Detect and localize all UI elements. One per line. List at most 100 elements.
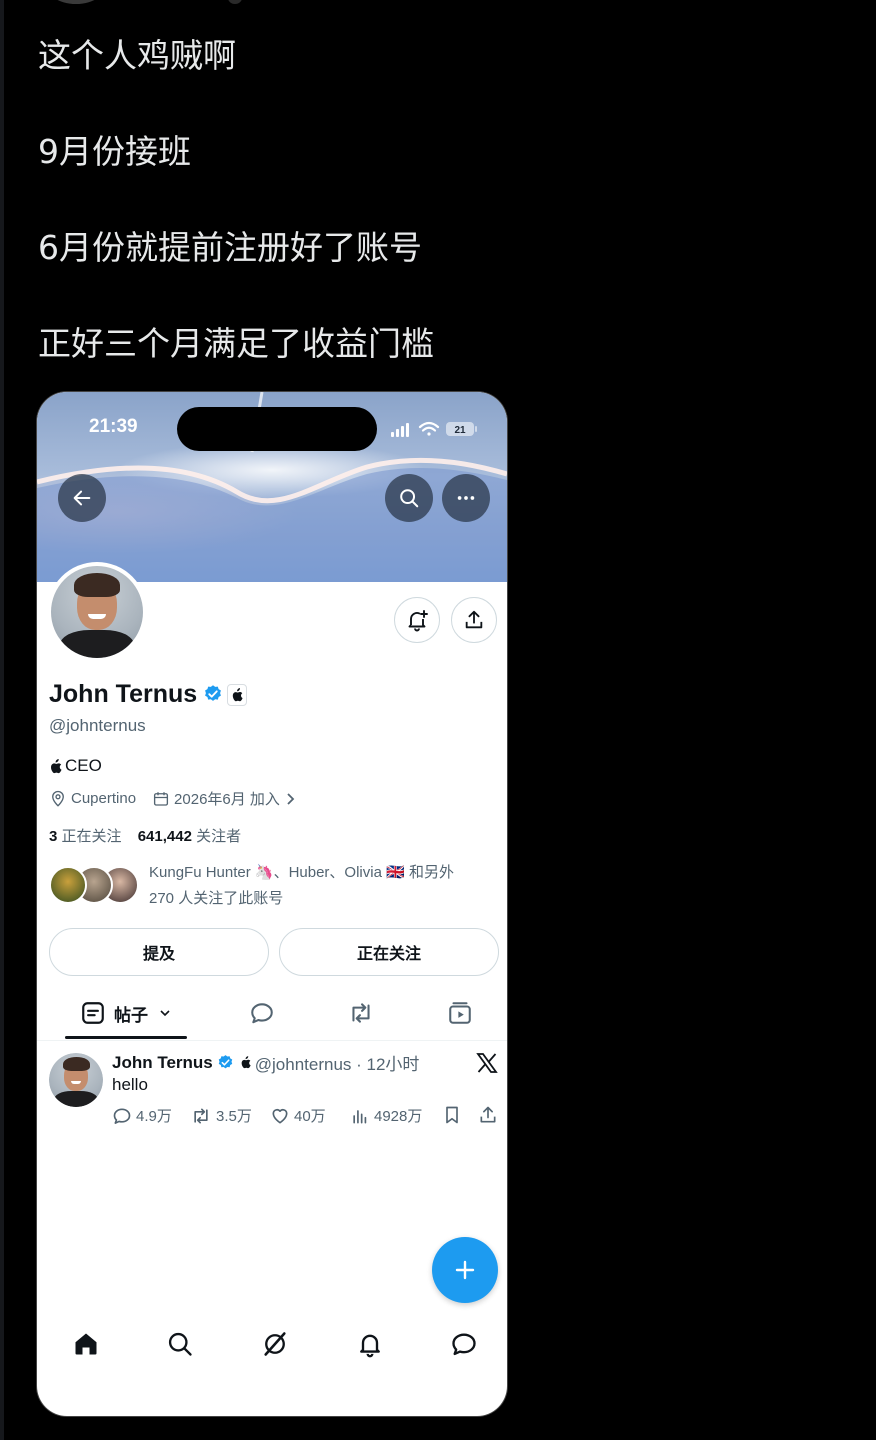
- tab-media[interactable]: [435, 988, 485, 1038]
- joined-text: 2026年6月 加入: [174, 791, 280, 808]
- share-icon: [480, 1106, 496, 1123]
- profile-avatar[interactable]: [47, 562, 147, 662]
- author-badge-cropped: [228, 0, 242, 4]
- post-text-line-1: 这个人鸡贼啊: [38, 36, 236, 75]
- status-time: 21:39: [89, 416, 138, 437]
- reply-count: 4.9万: [136, 1108, 172, 1125]
- tweet-author-name[interactable]: John Ternus: [112, 1053, 213, 1073]
- profile-meta: Cupertino 2026年6月 加入: [49, 788, 296, 809]
- tweet-avatar-photo: [49, 1053, 103, 1107]
- tweet-actions: 4.9万 3.5万 40万 4928万: [112, 1105, 502, 1129]
- bottom-navigation: [37, 1322, 507, 1382]
- share-button[interactable]: [451, 597, 497, 643]
- verified-badge-icon[interactable]: [203, 684, 223, 704]
- reply-action[interactable]: 4.9万: [112, 1105, 172, 1126]
- posts-icon: [82, 1002, 104, 1024]
- repost-action[interactable]: 3.5万: [190, 1105, 252, 1126]
- reply-icon: [251, 1003, 273, 1024]
- bio-text: CEO: [65, 756, 102, 775]
- heart-icon: [272, 1108, 288, 1123]
- plus-icon: [455, 1260, 475, 1280]
- search-button[interactable]: [385, 474, 433, 522]
- author-avatar-cropped[interactable]: [44, 0, 108, 4]
- repost-icon: [352, 1003, 370, 1023]
- followers-label: 关注者: [196, 828, 242, 845]
- nav-messages[interactable]: [440, 1322, 488, 1366]
- phone-screenshot[interactable]: 21:39 21 John Ternus @johnternus CEO Cup…: [37, 392, 507, 1416]
- affiliate-badge[interactable]: [227, 684, 247, 706]
- tweet-text: hello: [112, 1075, 148, 1094]
- profile-name: John Ternus: [49, 680, 198, 708]
- back-button[interactable]: [58, 474, 106, 522]
- bell-icon: [360, 1334, 380, 1358]
- profile-handle: @johnternus: [49, 716, 146, 735]
- apple-logo-icon: [232, 688, 243, 702]
- media-icon: [449, 1002, 471, 1024]
- left-divider: [0, 0, 4, 1440]
- chevron-right-icon[interactable]: [284, 792, 296, 806]
- nav-notifications[interactable]: [346, 1322, 394, 1366]
- grok-icon: [264, 1332, 286, 1356]
- mention-button[interactable]: 提及: [49, 928, 269, 976]
- nav-home[interactable]: [62, 1322, 110, 1366]
- post-text-line-2: 9月份接班: [38, 132, 191, 171]
- tab-reposts[interactable]: [336, 988, 386, 1038]
- calendar-icon: [153, 791, 169, 806]
- repost-icon: [194, 1108, 208, 1123]
- nav-grok[interactable]: [251, 1322, 299, 1366]
- dynamic-island: [177, 407, 377, 451]
- profile-bio: CEO: [49, 756, 102, 776]
- active-tab-indicator: [65, 1036, 187, 1039]
- views-chart-icon: [353, 1109, 367, 1123]
- search-icon: [400, 489, 419, 508]
- battery-icon: 21: [446, 422, 477, 436]
- notify-button[interactable]: [394, 597, 440, 643]
- reply-icon: [113, 1108, 131, 1124]
- following-count: 3: [49, 828, 58, 845]
- views-count: 4928万: [374, 1108, 423, 1125]
- tweet-avatar[interactable]: [49, 1053, 103, 1107]
- tweet-header: John Ternus @johnternus · 12小时: [112, 1050, 419, 1075]
- x-logo-icon: [476, 1053, 498, 1073]
- more-button[interactable]: [442, 474, 490, 522]
- tab-posts-label: 帖子: [114, 1005, 148, 1025]
- apple-logo-icon: [51, 758, 62, 773]
- signal-icon: [391, 423, 409, 437]
- share-icon: [465, 610, 483, 629]
- tab-posts[interactable]: 帖子: [65, 988, 187, 1038]
- follow-stats: 3 正在关注 641,442 关注者: [49, 825, 241, 846]
- status-icons: 21: [391, 421, 477, 437]
- location-text: Cupertino: [71, 790, 137, 807]
- tweet-handle-time: @johnternus · 12小时: [254, 1055, 420, 1074]
- followers-you-know-text[interactable]: KungFu Hunter 🦄、Huber、Olivia 🇬🇧 和另外 270 …: [149, 860, 489, 912]
- followers-link[interactable]: 641,442 关注者: [138, 828, 241, 845]
- post-text-line-3: 6月份就提前注册好了账号: [38, 228, 422, 267]
- like-action[interactable]: 40万: [270, 1105, 326, 1126]
- profile-photo: [51, 566, 143, 658]
- bookmark-action[interactable]: [442, 1105, 462, 1125]
- followers-you-know-line-1: KungFu Hunter 🦄、Huber、Olivia 🇬🇧 和另外: [149, 864, 454, 881]
- share-action[interactable]: [478, 1105, 498, 1125]
- battery-level: 21: [454, 425, 466, 436]
- followers-count: 641,442: [137, 828, 192, 845]
- compose-button[interactable]: [432, 1237, 498, 1303]
- bookmark-icon: [446, 1106, 458, 1124]
- wifi-icon: [418, 421, 440, 436]
- more-horizontal-icon: [457, 496, 475, 500]
- repost-count: 3.5万: [216, 1108, 252, 1125]
- message-icon: [452, 1333, 476, 1356]
- following-button[interactable]: 正在关注: [279, 928, 499, 976]
- following-label: 正在关注: [61, 828, 122, 845]
- search-icon: [168, 1332, 192, 1356]
- following-link[interactable]: 3 正在关注: [49, 828, 122, 845]
- like-count: 40万: [294, 1108, 326, 1125]
- nav-search[interactable]: [156, 1322, 204, 1366]
- followers-you-know-avatars[interactable]: [49, 866, 139, 908]
- apple-logo-icon: [241, 1056, 251, 1069]
- verified-badge-icon: [218, 1055, 232, 1069]
- tab-replies[interactable]: [237, 988, 287, 1038]
- chevron-down-icon: [160, 1010, 170, 1017]
- follower-avatar-1: [49, 866, 87, 904]
- views-action[interactable]: 4928万: [350, 1105, 422, 1126]
- profile-tabs: 帖子: [37, 988, 507, 1041]
